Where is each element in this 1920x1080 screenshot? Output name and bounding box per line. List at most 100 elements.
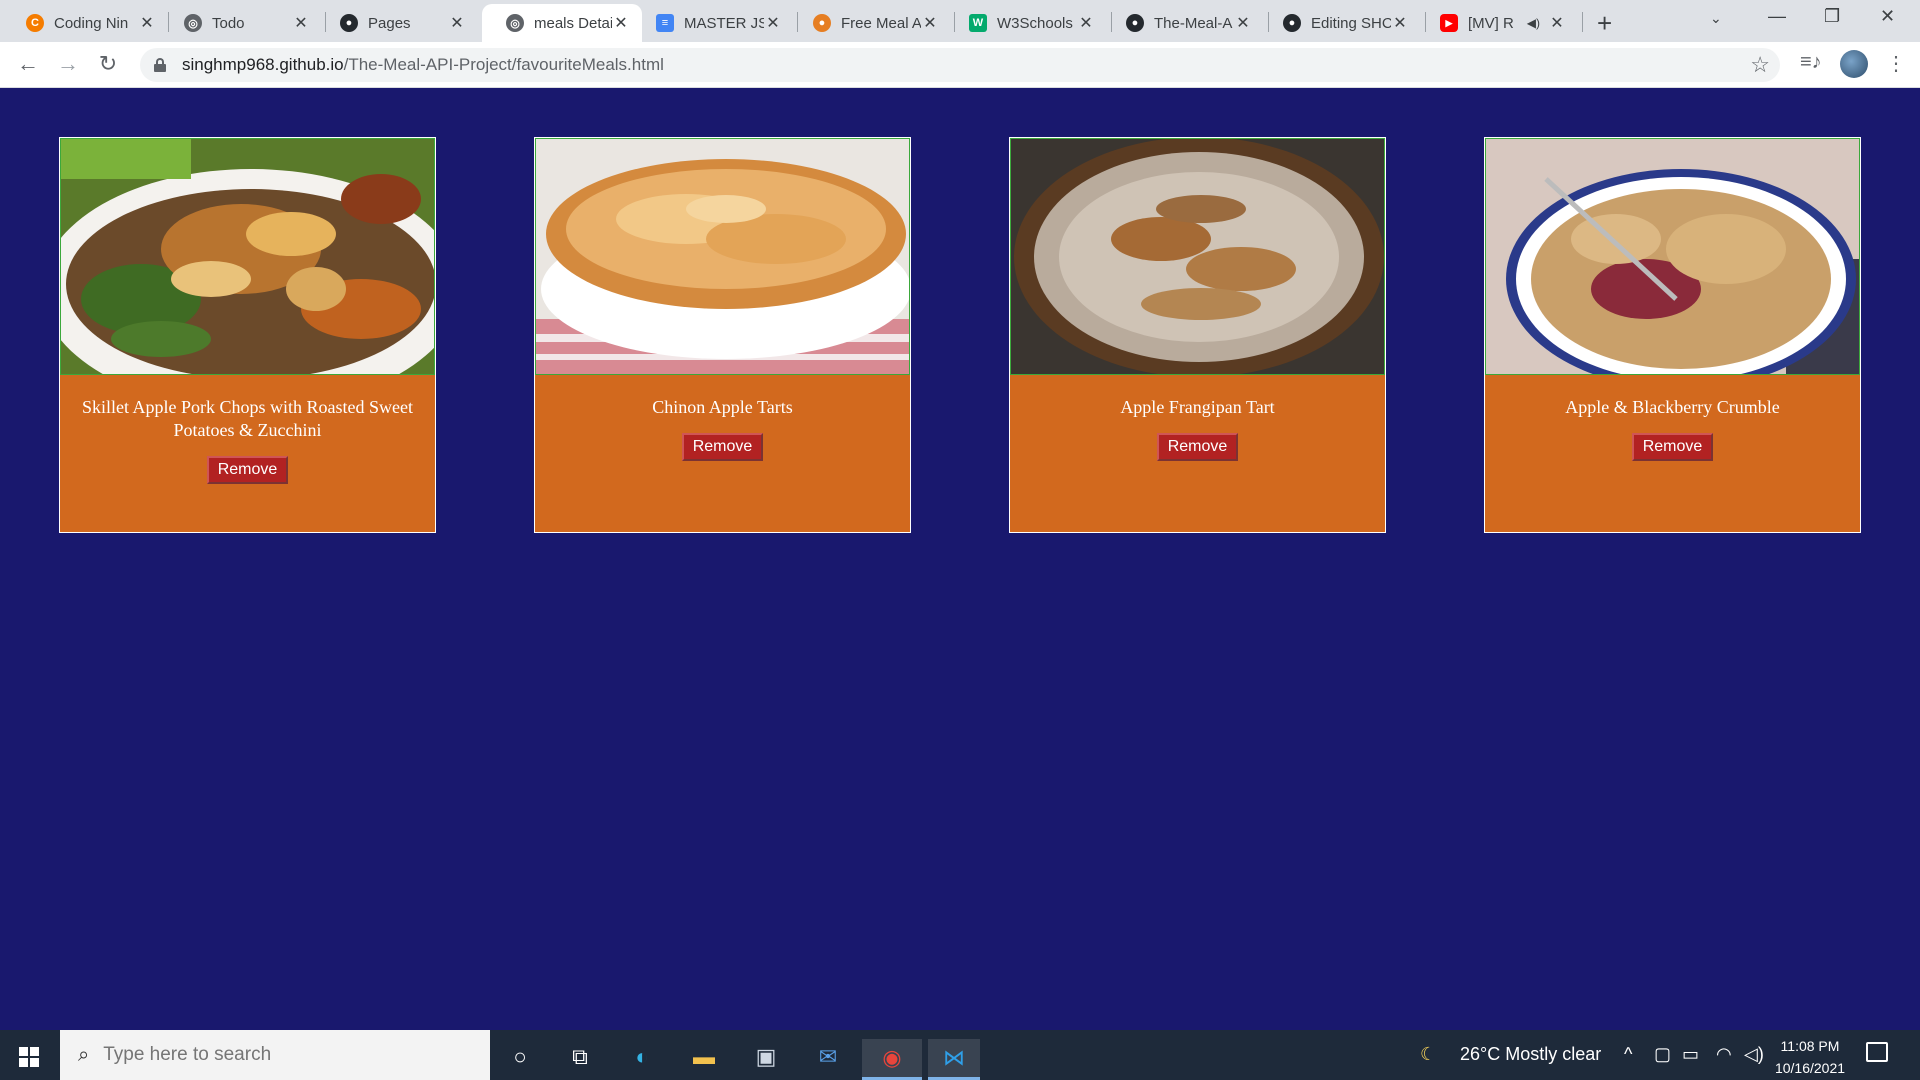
speaker-icon[interactable]: ◀): [1527, 16, 1540, 30]
url-host: singhmp968.github.io: [182, 55, 344, 74]
remove-button[interactable]: Remove: [206, 456, 289, 484]
url-text[interactable]: singhmp968.github.io/The-Meal-API-Projec…: [182, 55, 664, 75]
tab-coding-ninjas[interactable]: C Coding Nin ✕: [2, 4, 168, 42]
browser-tab-strip: C Coding Nin ✕ ◎ Todo ✕ ● Pages ✕ ◎ meal…: [0, 0, 1920, 42]
tab-title: Pages: [368, 14, 411, 32]
url-path: /The-Meal-API-Project/favouriteMeals.htm…: [343, 55, 664, 74]
meal-title: Skillet Apple Pork Chops with Roasted Sw…: [82, 397, 413, 440]
meal-image: [1485, 138, 1860, 375]
w3schools-icon: W: [969, 14, 987, 32]
remove-button[interactable]: Remove: [1156, 433, 1239, 461]
search-input[interactable]: [103, 1044, 444, 1066]
windows-start-icon[interactable]: [19, 1047, 39, 1067]
tab-pages[interactable]: ● Pages ✕: [316, 4, 478, 42]
taskbar-search[interactable]: ⌕: [60, 1030, 490, 1080]
tab-separator: [1582, 12, 1583, 32]
edge-icon[interactable]: ◐: [624, 1039, 660, 1075]
menu-kebab-icon[interactable]: ⋮: [1886, 51, 1906, 76]
meal-card: Skillet Apple Pork Chops with Roasted Sw…: [59, 137, 436, 533]
github-icon: ●: [1126, 14, 1144, 32]
mail-icon[interactable]: ✉: [810, 1039, 846, 1075]
tab-title: Coding Nin: [54, 14, 129, 32]
avatar[interactable]: [1840, 50, 1868, 78]
meal-icon: ●: [813, 14, 831, 32]
document-icon: ≡: [656, 14, 674, 32]
wifi-icon[interactable]: ◠: [1716, 1044, 1732, 1065]
notification-icon[interactable]: [1866, 1042, 1888, 1062]
tab-todo[interactable]: ◎ Todo ✕: [160, 4, 322, 42]
task-view-icon[interactable]: ⧉: [562, 1039, 598, 1075]
tab-title: Todo: [212, 14, 245, 32]
close-icon[interactable]: ✕: [292, 13, 310, 33]
meal-title: Apple & Blackberry Crumble: [1565, 397, 1780, 417]
youtube-icon: ▶: [1440, 14, 1458, 32]
tab-youtube[interactable]: ▶ [MV] R ◀) ✕: [1416, 4, 1578, 42]
vscode-icon[interactable]: ⋈: [928, 1039, 980, 1080]
clock-date: 10/16/2021: [1774, 1060, 1846, 1076]
favourite-meals-page: Skillet Apple Pork Chops with Roasted Sw…: [0, 89, 1920, 1030]
meal-title: Apple Frangipan Tart: [1120, 397, 1275, 417]
close-icon[interactable]: ✕: [612, 13, 630, 33]
store-icon[interactable]: ▣: [748, 1039, 784, 1075]
close-icon[interactable]: ✕: [764, 13, 782, 33]
back-arrow-icon[interactable]: ←: [14, 51, 42, 77]
close-icon[interactable]: ✕: [1391, 13, 1409, 33]
globe-icon: ◎: [184, 14, 202, 32]
browser-toolbar: ← → ↻ singhmp968.github.io/The-Meal-API-…: [0, 42, 1920, 88]
window-close-icon[interactable]: ✕: [1880, 6, 1895, 27]
address-bar[interactable]: singhmp968.github.io/The-Meal-API-Projec…: [140, 48, 1780, 82]
forward-arrow-icon[interactable]: →: [54, 51, 82, 77]
globe-icon: ◎: [506, 14, 524, 32]
minimize-icon[interactable]: —: [1768, 6, 1786, 27]
new-tab-button[interactable]: +: [1597, 8, 1612, 39]
tab-title: MASTER JS: [684, 14, 764, 32]
battery-icon[interactable]: ▭: [1682, 1044, 1699, 1065]
close-icon[interactable]: ✕: [1077, 13, 1095, 33]
media-control-icon[interactable]: ≡♪: [1800, 51, 1822, 74]
remove-button[interactable]: Remove: [1631, 433, 1714, 461]
restore-icon[interactable]: ❐: [1824, 6, 1840, 27]
coding-ninjas-icon: C: [26, 14, 44, 32]
tab-w3schools[interactable]: W W3Schools ✕: [945, 4, 1107, 42]
file-explorer-icon[interactable]: ▬: [686, 1039, 722, 1075]
tab-editing[interactable]: ● Editing SHC ✕: [1259, 4, 1421, 42]
remove-button[interactable]: Remove: [681, 433, 764, 461]
meal-card: Apple & Blackberry Crumble Remove: [1484, 137, 1861, 533]
close-icon[interactable]: ✕: [1234, 13, 1252, 33]
windows-taskbar: ⌕ ○ ⧉ ◐ ▬ ▣ ✉ ◉ ⋈ ☾ 26°C Mostly clear ^ …: [0, 1030, 1920, 1080]
tab-title: meals Detai: [534, 14, 612, 32]
tab-the-meal-api[interactable]: ● The-Meal-A ✕: [1102, 4, 1264, 42]
clock-time: 11:08 PM: [1780, 1038, 1840, 1054]
system-clock[interactable]: 11:08 PM 10/16/2021: [1768, 1035, 1852, 1079]
tab-title: The-Meal-A: [1154, 14, 1233, 32]
close-icon[interactable]: ✕: [1548, 13, 1566, 33]
meal-title: Chinon Apple Tarts: [652, 397, 793, 417]
lock-icon[interactable]: [154, 58, 166, 72]
tab-title: Editing SHC: [1311, 14, 1391, 32]
github-icon: ●: [340, 14, 358, 32]
tab-title: Free Meal A: [841, 14, 921, 32]
tab-title: W3Schools: [997, 14, 1073, 32]
github-icon: ●: [1283, 14, 1301, 32]
tab-meals-details[interactable]: ◎ meals Detai ✕: [482, 4, 642, 42]
weather-text[interactable]: 26°C Mostly clear: [1460, 1044, 1601, 1065]
meal-image: [60, 138, 435, 375]
meal-card: Chinon Apple Tarts Remove: [534, 137, 911, 533]
chevron-up-icon[interactable]: ^: [1624, 1044, 1632, 1065]
close-icon[interactable]: ✕: [448, 13, 466, 33]
reload-icon[interactable]: ↻: [94, 51, 122, 77]
close-icon[interactable]: ✕: [921, 13, 939, 33]
bookmark-star-icon[interactable]: ☆: [1750, 52, 1770, 78]
tab-free-meal-api[interactable]: ● Free Meal A ✕: [789, 4, 951, 42]
meal-image: [535, 138, 910, 375]
tab-search-icon[interactable]: ⌄: [1710, 10, 1722, 27]
meal-image: [1010, 138, 1385, 375]
tab-master-js[interactable]: ≡ MASTER JS ✕: [632, 4, 794, 42]
chrome-icon[interactable]: ◉: [862, 1039, 922, 1080]
close-icon[interactable]: ✕: [138, 13, 156, 33]
meal-card: Apple Frangipan Tart Remove: [1009, 137, 1386, 533]
cortana-icon[interactable]: ○: [502, 1039, 538, 1075]
volume-icon[interactable]: ◁): [1744, 1044, 1764, 1065]
meet-now-icon[interactable]: ▢: [1654, 1044, 1671, 1065]
weather-moon-icon[interactable]: ☾: [1420, 1044, 1436, 1065]
